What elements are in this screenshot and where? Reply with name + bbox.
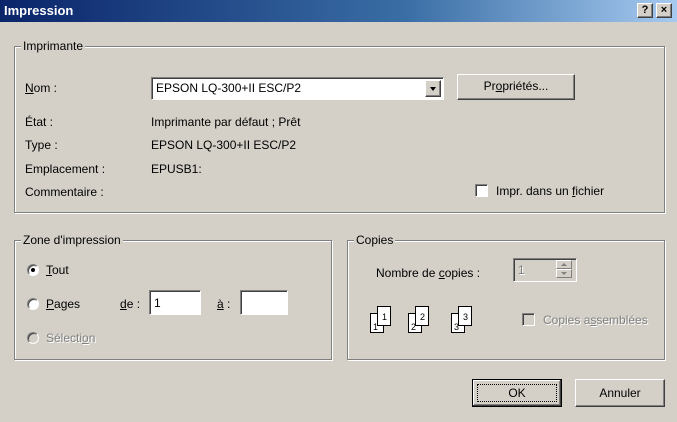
copies-count-label: Nombre de copies : bbox=[376, 266, 481, 280]
ok-button[interactable]: OK bbox=[472, 379, 562, 407]
copies-count-input[interactable]: 1 bbox=[513, 258, 577, 282]
printer-legend: Imprimante bbox=[21, 39, 86, 53]
window-title: Impression bbox=[4, 3, 74, 18]
title-bar: Impression ? × bbox=[0, 0, 677, 22]
focus-rect bbox=[477, 384, 557, 402]
print-range-legend: Zone d'impression bbox=[21, 233, 123, 247]
location-label: Emplacement : bbox=[25, 162, 106, 176]
all-radio[interactable] bbox=[27, 264, 39, 276]
status-label: État : bbox=[25, 115, 54, 129]
cancel-button[interactable]: Annuler bbox=[575, 379, 665, 407]
copies-count-value: 1 bbox=[518, 263, 525, 277]
collate-label[interactable]: Copies assemblées bbox=[543, 313, 648, 327]
printer-name-value: EPSON LQ-300+II ESC/P2 bbox=[156, 81, 302, 95]
spin-down-icon[interactable] bbox=[556, 269, 572, 278]
printer-name-label: Nom : bbox=[25, 81, 58, 95]
pages-radio-label[interactable]: Pages bbox=[46, 297, 80, 311]
all-radio-label[interactable]: Tout bbox=[46, 263, 69, 277]
to-label: à : bbox=[217, 297, 231, 311]
to-page-input[interactable] bbox=[240, 290, 288, 315]
close-button[interactable]: × bbox=[656, 3, 672, 18]
print-to-file-label[interactable]: Impr. dans un fichier bbox=[496, 184, 604, 198]
copies-legend: Copies bbox=[354, 233, 396, 247]
printer-name-dropdown[interactable]: EPSON LQ-300+II ESC/P2 bbox=[151, 77, 444, 100]
collate-checkbox[interactable] bbox=[522, 313, 535, 326]
collate-page-icon: 2 bbox=[415, 306, 429, 326]
properties-button[interactable]: Propriétés... bbox=[457, 74, 575, 100]
status-value: Imprimante par défaut ; Prêt bbox=[151, 115, 301, 129]
collate-page-icon: 3 bbox=[458, 306, 472, 326]
selection-radio-label[interactable]: Sélection bbox=[46, 331, 95, 345]
selection-radio[interactable] bbox=[27, 332, 39, 344]
copies-spinner[interactable] bbox=[556, 260, 572, 278]
collate-page-icon: 1 bbox=[377, 306, 391, 326]
type-label: Type : bbox=[25, 138, 58, 152]
print-to-file-checkbox[interactable] bbox=[475, 184, 488, 197]
from-page-value: 1 bbox=[154, 296, 161, 310]
from-label: de : bbox=[120, 297, 141, 311]
copies-group: Copies bbox=[347, 233, 665, 360]
comment-label: Commentaire : bbox=[25, 185, 104, 199]
location-value: EPUSB1: bbox=[151, 162, 202, 176]
spin-up-icon[interactable] bbox=[556, 260, 572, 269]
chevron-down-icon[interactable] bbox=[425, 80, 441, 97]
from-page-input[interactable]: 1 bbox=[149, 290, 201, 315]
help-button[interactable]: ? bbox=[637, 3, 653, 18]
pages-radio[interactable] bbox=[27, 298, 39, 310]
type-value: EPSON LQ-300+II ESC/P2 bbox=[151, 138, 297, 152]
